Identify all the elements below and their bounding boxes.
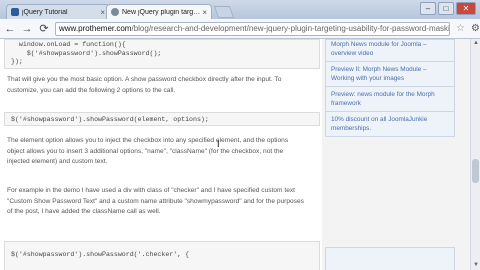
maximize-button[interactable]: □: [438, 2, 454, 15]
text-cursor-icon: I: [217, 139, 220, 149]
scroll-down-icon[interactable]: ▼: [471, 261, 480, 270]
tab-title: New jQuery plugin targetin: [122, 8, 201, 16]
code-block: $('#showpassword').showPassword(element,…: [4, 112, 320, 126]
sidebar-related-posts: Morph News module for Joomla – overview …: [325, 39, 455, 137]
address-bar[interactable]: www.prothemer.com/blog/research-and-deve…: [55, 21, 450, 36]
scrollbar-thumb[interactable]: [472, 159, 479, 183]
jquery-favicon-icon: [11, 8, 19, 16]
window-controls: – □ ✕: [420, 2, 476, 15]
sidebar-link[interactable]: Preview: news module for the Morph frame…: [325, 87, 455, 112]
wrench-menu-icon[interactable]: ⚙: [471, 23, 480, 34]
forward-arrow-icon[interactable]: →: [20, 22, 34, 36]
url-host: www.prothemer.com: [59, 24, 132, 33]
article-paragraph: That will give you the most basic option…: [7, 76, 282, 94]
sidebar-link[interactable]: 10% discount on all JoomlaJunkie members…: [325, 112, 455, 137]
sidebar-box: [325, 247, 455, 270]
tab-new-jquery-plugin[interactable]: New jQuery plugin targetin ×: [106, 4, 212, 19]
code-block: $('#showpassword').showPassword('.checke…: [4, 241, 320, 270]
minimize-button[interactable]: –: [420, 2, 436, 15]
browser-toolbar: ← → ⟳ www.prothemer.com/blog/research-an…: [0, 19, 480, 39]
tab-close-icon[interactable]: ×: [100, 8, 105, 17]
close-button[interactable]: ✕: [456, 2, 476, 15]
window-titlebar: jQuery Tutorial × New jQuery plugin targ…: [0, 0, 480, 19]
url-path: /blog/research-and-development/new-jquer…: [131, 24, 450, 33]
vertical-scrollbar[interactable]: ▲ ▼: [470, 39, 480, 270]
article-content: window.onLoad = function(){ $('#showpass…: [0, 39, 322, 270]
back-arrow-icon[interactable]: ←: [3, 22, 17, 36]
sidebar-link[interactable]: Morph News module for Joomla – overview …: [325, 39, 455, 62]
sidebar-link[interactable]: Preview II: Morph News Module – Working …: [325, 62, 455, 87]
scroll-up-icon[interactable]: ▲: [471, 39, 480, 48]
tab-title: jQuery Tutorial: [22, 8, 68, 16]
page-viewport: window.onLoad = function(){ $('#showpass…: [0, 39, 480, 270]
reload-icon[interactable]: ⟳: [37, 22, 51, 36]
code-block: window.onLoad = function(){ $('#showpass…: [4, 39, 320, 69]
article-paragraph: The element option allows you to inject …: [7, 137, 289, 165]
bookmark-star-icon[interactable]: ☆: [456, 23, 465, 34]
tab-close-icon[interactable]: ×: [202, 8, 207, 17]
article-paragraph: For example in the demo I have used a di…: [7, 187, 304, 215]
new-tab-button[interactable]: [213, 6, 235, 18]
tab-jquery-tutorial[interactable]: jQuery Tutorial ×: [6, 4, 110, 19]
prothemer-favicon-icon: [111, 8, 119, 16]
